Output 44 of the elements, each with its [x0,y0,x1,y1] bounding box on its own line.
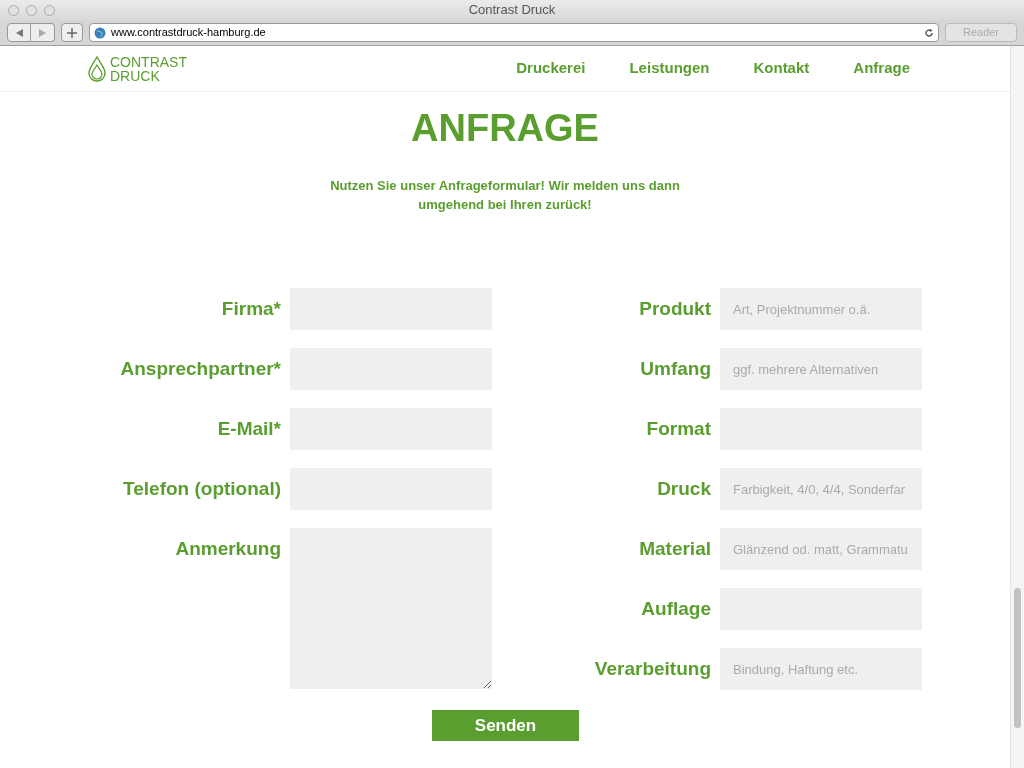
reload-icon[interactable] [924,27,934,38]
field-label: Firma* [220,297,281,321]
forward-button[interactable] [31,23,55,42]
field-label: Telefon (optional) [122,477,281,501]
scrollbar-thumb[interactable] [1014,588,1021,728]
submit-button[interactable]: Senden [432,710,579,741]
field-label: E-Mail* [216,417,281,441]
back-button[interactable] [7,23,31,42]
add-button[interactable] [61,23,83,42]
field-label: Produkt [638,297,711,321]
logo-text: DRUCK [110,68,161,83]
comment-field[interactable] [290,528,492,689]
window-control-icon[interactable] [8,4,19,16]
reader-button[interactable]: Reader [945,23,1017,42]
nav-link[interactable]: Druckerei [516,57,586,80]
input-field[interactable]: ggf. mehrere Alternativen [720,348,922,390]
window-control-icon[interactable] [44,4,55,16]
window-control-icon[interactable] [26,4,37,16]
field-label: Umfang [639,357,711,381]
logo-text: CONTRAST [110,54,187,69]
input-field[interactable]: Farbigkeit, 4/0, 4/4, Sonderfar [720,468,922,510]
nav-link[interactable]: Leistungen [629,57,710,80]
input-field[interactable]: Glänzend od. matt, Grammatu [720,528,922,570]
window-title: Contrast Druck [468,1,556,20]
field-label: Druck [656,477,711,501]
address-field[interactable]: www.contrastdruck-hamburg.de [89,23,939,42]
field-label: Material [638,537,711,561]
field-label: Verarbeitung [593,657,711,681]
logo-icon [87,55,107,82]
back-arrow-icon [15,28,23,37]
plus-icon [67,27,77,38]
input-field[interactable]: Bindung, Haftung etc. [720,648,922,690]
globe-icon [94,26,106,39]
url-text: www.contrastdruck-hamburg.de [111,25,267,41]
page-heading: ANFRAGE [410,106,600,150]
nav-link[interactable]: Kontakt [753,57,810,80]
input-field[interactable]: Art, Projektnummer o.ä. [720,288,922,330]
forward-arrow-icon [39,28,46,37]
intro-text: Nutzen Sie unser Anfrageformular! Wir melden uns dann umgehend bei Ihren zurück! [329,177,681,214]
field-label: Ansprechpartner* [119,357,281,381]
nav-link[interactable]: Anfrage [853,57,910,80]
field-label: Anmerkung [174,537,281,561]
field-label: Format [645,417,711,441]
field-label: Auflage [640,597,711,621]
